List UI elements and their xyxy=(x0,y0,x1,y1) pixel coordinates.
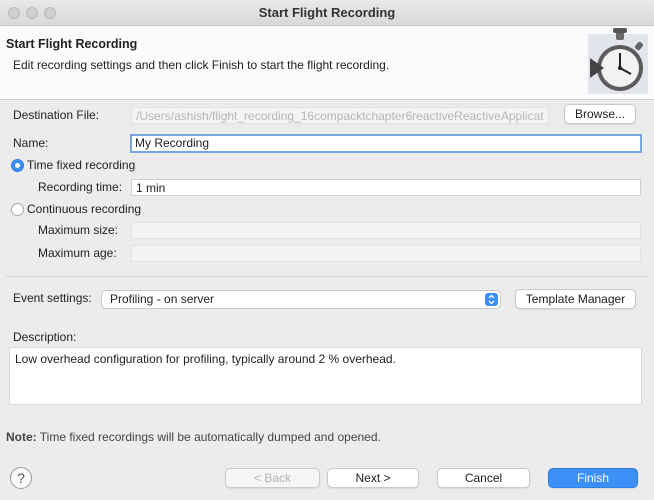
finish-button[interactable]: Finish xyxy=(548,468,638,488)
event-settings-select[interactable]: Profiling - on server xyxy=(101,290,501,309)
note-text: Note: Time fixed recordings will be auto… xyxy=(6,430,381,444)
time-fixed-label[interactable]: Time fixed recording xyxy=(27,158,135,172)
note-prefix: Note: xyxy=(6,430,37,444)
maximum-age-label: Maximum age: xyxy=(38,246,117,260)
recording-name-input[interactable]: My Recording xyxy=(130,134,642,153)
cancel-button[interactable]: Cancel xyxy=(437,468,530,488)
continuous-recording-radio[interactable] xyxy=(11,203,24,216)
template-manager-button[interactable]: Template Manager xyxy=(515,289,636,309)
wizard-header: Start Flight Recording Edit recording se… xyxy=(0,26,654,100)
chevron-up-down-icon xyxy=(485,293,498,306)
window-title: Start Flight Recording xyxy=(258,5,396,20)
destination-file-field: /Users/ashish/flight_recording_16compack… xyxy=(131,107,549,124)
browse-button[interactable]: Browse... xyxy=(564,104,636,124)
maximum-size-label: Maximum size: xyxy=(38,223,119,237)
back-button[interactable]: < Back xyxy=(225,468,320,488)
time-fixed-radio[interactable] xyxy=(11,159,24,172)
description-text: Low overhead configuration for profiling… xyxy=(9,347,642,405)
continuous-recording-label[interactable]: Continuous recording xyxy=(27,202,141,216)
maximum-age-input xyxy=(131,245,641,262)
note-body: Time fixed recordings will be automatica… xyxy=(36,430,381,444)
stopwatch-icon xyxy=(588,28,648,94)
section-divider xyxy=(6,276,648,277)
maximum-size-input xyxy=(131,222,641,239)
destination-file-label: Destination File: xyxy=(13,108,100,122)
name-label: Name: xyxy=(13,136,49,150)
help-icon[interactable]: ? xyxy=(10,467,32,489)
recording-time-input[interactable]: 1 min xyxy=(131,179,641,196)
event-settings-value: Profiling - on server xyxy=(110,292,215,306)
description-label: Description: xyxy=(13,330,77,344)
wizard-page-title: Start Flight Recording xyxy=(6,37,138,51)
event-settings-label: Event settings: xyxy=(13,291,92,305)
window-titlebar: Start Flight Recording xyxy=(0,0,654,26)
next-button[interactable]: Next > xyxy=(327,468,419,488)
recording-time-label: Recording time: xyxy=(38,180,123,194)
wizard-page-description: Edit recording settings and then click F… xyxy=(13,58,390,72)
